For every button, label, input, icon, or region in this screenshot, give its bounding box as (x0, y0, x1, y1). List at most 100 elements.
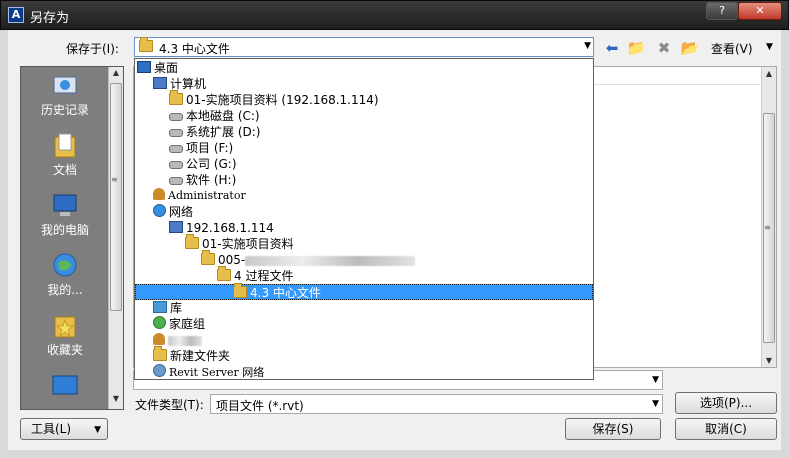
computer-icon (169, 221, 183, 233)
dropdown-item-server[interactable]: 192.168.1.114 (135, 220, 593, 236)
save-in-value: 4.3 中心文件 (159, 42, 230, 56)
desktop-icon (52, 375, 78, 395)
place-history[interactable]: 历史记录 (21, 71, 109, 118)
title-bar: A 另存为 ? ✕ (0, 0, 789, 30)
dropdown-item-label: Administrator (168, 189, 246, 202)
view-dropdown-icon[interactable]: ▼ (766, 42, 773, 52)
dropdown-item-central-files[interactable]: 4.3 中心文件 (135, 283, 593, 300)
dropdown-item-label: 计算机 (170, 77, 207, 91)
dropdown-item-homegroup[interactable]: 家庭组 (135, 316, 593, 332)
new-folder-icon[interactable]: 📂 (680, 40, 700, 58)
dropdown-item-label: 项目 (F:) (186, 141, 234, 155)
drive-icon (169, 113, 183, 121)
dropdown-item-label: 系统扩展 (D:) (186, 125, 261, 139)
dropdown-item-label: 库 (170, 301, 183, 315)
dropdown-item-project-005[interactable]: 005- (135, 250, 593, 268)
drive-icon (169, 177, 183, 185)
chevron-down-icon[interactable]: ▼ (652, 375, 659, 385)
help-button[interactable]: ? (706, 2, 738, 20)
file-type-combo[interactable]: 项目文件 (*.rvt) ▼ (210, 394, 663, 414)
documents-icon (54, 133, 76, 158)
file-type-value: 项目文件 (*.rvt) (216, 399, 304, 413)
place-label: 我的... (47, 283, 83, 297)
dropdown-item-process-files[interactable]: 4 过程文件 (135, 266, 593, 284)
view-menu[interactable]: 查看(V) (711, 40, 753, 57)
close-button[interactable]: ✕ (738, 2, 782, 20)
dropdown-item-label: Revit Server 网络 (169, 366, 265, 379)
folder-icon (233, 283, 247, 298)
network-icon (53, 253, 77, 277)
tools-label: 工具(L) (31, 422, 72, 436)
dropdown-item-label: 桌面 (154, 61, 179, 75)
desktop-icon (137, 61, 151, 73)
back-icon[interactable]: ⬅ (602, 40, 622, 58)
place-label: 我的电脑 (40, 223, 89, 237)
place-desktop[interactable] (21, 371, 109, 401)
dropdown-item-label: 4.3 中心文件 (250, 286, 321, 300)
places-scrollbar[interactable]: ▲ ≡ ▼ (108, 67, 123, 409)
folder-icon (169, 90, 183, 105)
place-network[interactable]: 我的... (21, 251, 109, 298)
scroll-thumb[interactable] (110, 83, 122, 311)
dropdown-item-label: 软件 (H:) (186, 173, 237, 187)
window-title: 另存为 (30, 11, 70, 26)
delete-icon[interactable]: ✖ (654, 40, 674, 58)
chevron-down-icon[interactable]: ▼ (652, 399, 659, 409)
dropdown-item-label: 网络 (169, 205, 194, 219)
places-bar: 历史记录 文档 我的电脑 我的... 收藏夹 ▲ ≡ ▼ (20, 66, 124, 410)
options-button[interactable]: 选项(P)... (675, 392, 777, 414)
drive-icon (169, 129, 183, 137)
computer-icon (153, 77, 167, 89)
app-icon: A (8, 7, 24, 23)
scroll-down-icon[interactable]: ▼ (762, 356, 776, 365)
redacted-text (168, 335, 202, 346)
place-label: 收藏夹 (46, 343, 83, 357)
cancel-button[interactable]: 取消(C) (675, 418, 777, 440)
dropdown-item-network-folder[interactable]: 01-实施项目资料 (192.168.1.114) (135, 90, 593, 108)
scroll-up-icon[interactable]: ▲ (109, 68, 123, 82)
save-in-dropdown: 桌面 计算机 01-实施项目资料 (192.168.1.114) 本地磁盘 (C… (134, 58, 594, 380)
dropdown-item-administrator[interactable]: Administrator (135, 188, 593, 204)
dropdown-item-label: 家庭组 (169, 317, 206, 331)
grip-icon: ≡ (764, 223, 771, 232)
scroll-up-icon[interactable]: ▲ (762, 69, 776, 78)
save-button[interactable]: 保存(S) (565, 418, 661, 440)
dropdown-item-libraries[interactable]: 库 (135, 300, 593, 316)
drive-icon (169, 145, 183, 153)
dropdown-item-drive-f[interactable]: 项目 (F:) (135, 140, 593, 156)
place-label: 历史记录 (40, 103, 89, 117)
tools-button[interactable]: 工具(L) ▼ (20, 418, 108, 440)
dropdown-item-computer[interactable]: 计算机 (135, 76, 593, 92)
revit-server-icon (153, 364, 166, 377)
library-icon (153, 301, 167, 313)
save-in-label: 保存于(I): (66, 42, 119, 56)
dropdown-item-drive-c[interactable]: 本地磁盘 (C:) (135, 108, 593, 124)
homegroup-icon (153, 316, 166, 329)
place-label: 文档 (52, 163, 77, 177)
dropdown-item-drive-g[interactable]: 公司 (G:) (135, 156, 593, 172)
up-folder-icon[interactable]: 📁 (626, 40, 646, 58)
file-list-scrollbar[interactable]: ▲ ≡ ▼ (761, 67, 776, 367)
dropdown-item-label: 192.168.1.114 (186, 221, 274, 235)
dropdown-item-network[interactable]: 网络 (135, 204, 593, 220)
folder-icon (201, 250, 215, 265)
dropdown-item-user[interactable] (135, 332, 593, 348)
dropdown-item-label: 本地磁盘 (C:) (186, 109, 260, 123)
place-favorites[interactable]: 收藏夹 (21, 311, 109, 358)
dropdown-item-drive-h[interactable]: 软件 (H:) (135, 172, 593, 188)
user-icon (153, 188, 165, 200)
place-computer[interactable]: 我的电脑 (21, 191, 109, 238)
chevron-down-icon[interactable]: ▼ (584, 41, 591, 51)
file-type-label: 文件类型(T): (135, 398, 204, 412)
dropdown-item-revit-server[interactable]: Revit Server 网络 (135, 364, 593, 380)
save-in-combo[interactable]: 4.3 中心文件 ▼ (134, 37, 594, 57)
dropdown-item-drive-d[interactable]: 系统扩展 (D:) (135, 124, 593, 140)
scroll-down-icon[interactable]: ▼ (109, 394, 123, 408)
place-documents[interactable]: 文档 (21, 131, 109, 178)
user-icon (153, 333, 165, 345)
favorites-icon (54, 316, 76, 338)
dropdown-item-desktop[interactable]: 桌面 (135, 60, 593, 76)
history-icon (53, 76, 77, 94)
chevron-down-icon: ▼ (94, 425, 101, 435)
dropdown-item-new-folder[interactable]: 新建文件夹 (135, 346, 593, 364)
